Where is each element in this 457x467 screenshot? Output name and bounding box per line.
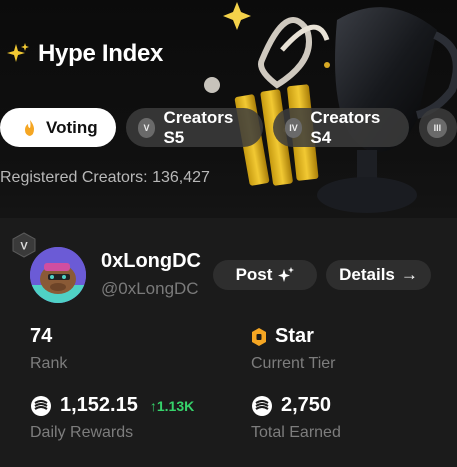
season-v-badge-icon: V <box>12 232 36 258</box>
tab-creators-s4[interactable]: IV Creators S4 <box>272 107 410 147</box>
sparkle-icon <box>7 43 29 62</box>
rank-stat: 74 Rank <box>30 325 67 373</box>
arrow-right-icon: → <box>400 265 418 284</box>
tier-value: Star <box>275 325 314 347</box>
page-header: Hype Index <box>6 40 163 68</box>
tab-voting-label: Voting <box>46 117 98 137</box>
token-coin-icon <box>31 395 51 416</box>
rank-label: Rank <box>30 355 68 372</box>
daily-rewards-delta: ↑1.13K <box>149 397 195 414</box>
season-badge-text: V <box>20 241 28 253</box>
avatar[interactable] <box>30 247 86 303</box>
total-earned-stat: 2,750 Total Earned <box>251 394 341 442</box>
registered-creators-count: Registered Creators: 136,427 <box>0 169 210 186</box>
details-button-label: Details <box>339 265 395 284</box>
details-button[interactable]: Details → <box>326 260 431 290</box>
total-earned-label: Total Earned <box>251 424 341 441</box>
daily-rewards-label: Daily Rewards <box>30 424 134 441</box>
tab-creators-s3[interactable]: III <box>419 108 457 147</box>
hero-banner: Hype Index Voting V Creators S5 IV Creat… <box>0 0 457 218</box>
season-badge-icon: III <box>427 117 448 138</box>
rank-value: 74 <box>30 325 53 347</box>
daily-rewards-stat: 1,152.15 ↑1.13K Daily Rewards <box>30 394 194 442</box>
tab-creators-s5-label: Creators S5 <box>163 107 234 147</box>
total-earned-value: 2,750 <box>281 394 332 416</box>
creator-name: 0xLongDC <box>101 250 201 272</box>
post-button[interactable]: Post <box>213 260 317 290</box>
tab-creators-s4-label: Creators S4 <box>310 107 381 147</box>
fire-icon <box>25 119 34 136</box>
token-coin-icon <box>252 395 272 416</box>
creator-handle: @0xLongDC <box>101 279 199 298</box>
season-badge-icon: IV <box>284 117 303 138</box>
tab-creators-s5[interactable]: V Creators S5 <box>125 107 263 147</box>
tier-stat: Star Current Tier <box>251 325 335 373</box>
page-title: Hype Index <box>38 40 164 67</box>
sparkle-icon <box>278 267 295 282</box>
tier-label: Current Tier <box>251 355 336 372</box>
tab-voting[interactable]: Voting <box>0 108 116 147</box>
daily-rewards-value: 1,152.15 <box>60 394 138 416</box>
capybara-avatar-icon <box>30 247 86 303</box>
tier-shield-icon <box>252 327 266 346</box>
post-button-label: Post <box>235 265 273 284</box>
season-badge-icon: V <box>137 117 156 138</box>
season-tabs: Voting V Creators S5 IV Creators S4 III <box>0 108 457 147</box>
